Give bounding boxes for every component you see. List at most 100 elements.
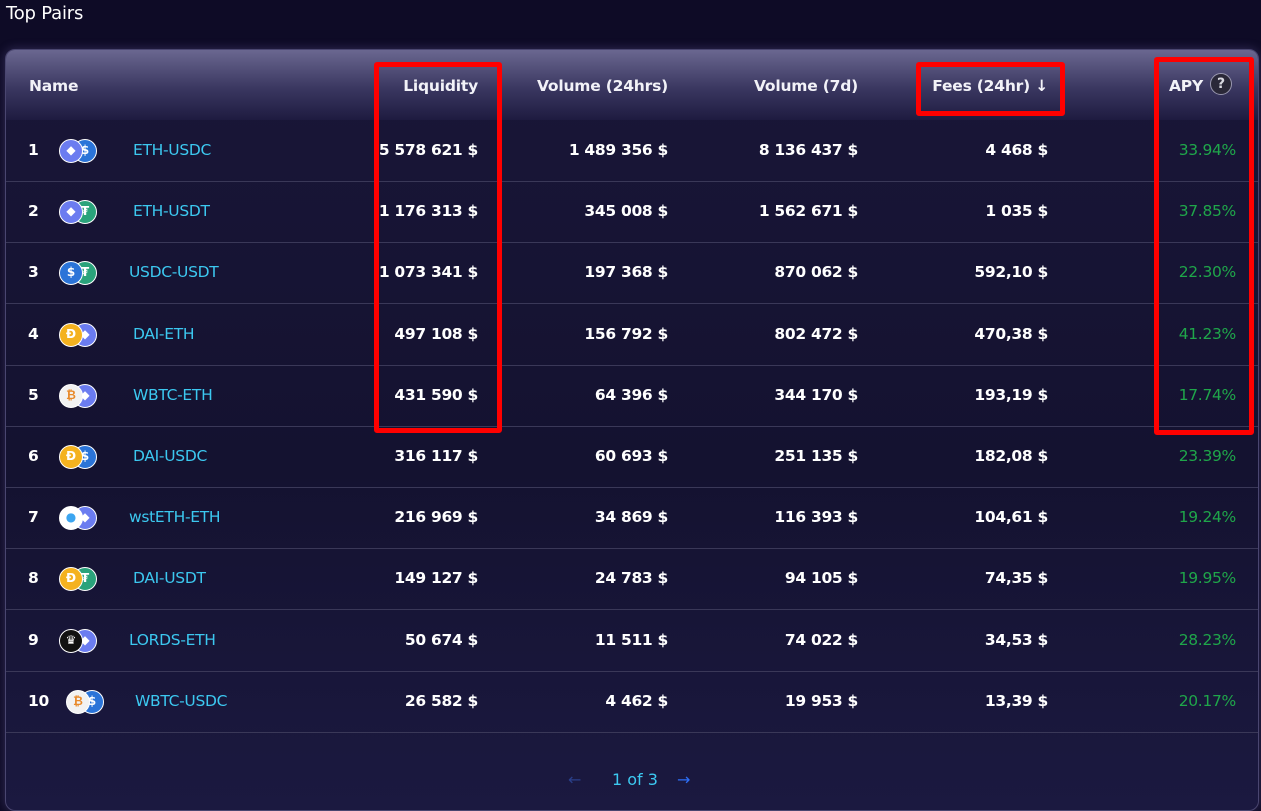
liquidity-value: 216 969 $ [394, 508, 478, 527]
volume-24h-value: 4 462 $ [605, 691, 668, 710]
volume-7d-value: 74 022 $ [784, 630, 858, 649]
volume-24h-value: 197 368 $ [584, 263, 668, 282]
table-row[interactable]: 2 ₮ ◆ ETH-USDT 1 176 313 $ 345 008 $ 1 5… [6, 181, 1258, 244]
token-pair-icons: ◆ Ð [59, 322, 99, 347]
column-header-volume-24h[interactable]: Volume (24hrs) [537, 77, 668, 95]
eth-icon: ◆ [59, 139, 83, 163]
rank-number: 9 [28, 630, 39, 649]
token-pair-icons: ₮ $ [59, 261, 99, 286]
apy-value: 28.23% [1178, 630, 1237, 649]
table-row[interactable]: 1 $ ◆ ETH-USDC 5 578 621 $ 1 489 356 $ 8… [6, 120, 1258, 182]
volume-24h-value: 34 869 $ [594, 508, 668, 527]
volume-7d-value: 251 135 $ [774, 447, 858, 465]
eth-icon: ◆ [59, 200, 83, 225]
volume-7d-value: 1 562 671 $ [758, 202, 858, 221]
rank-number: 6 [28, 447, 39, 465]
volume-24h-value: 156 792 $ [584, 324, 668, 343]
volume-7d-value: 870 062 $ [774, 263, 858, 282]
wbtc-icon: ₿ [66, 689, 90, 714]
pair-link[interactable]: DAI-USDT [133, 569, 206, 587]
table-row[interactable]: 7 ◆ ● wstETH-ETH 216 969 $ 34 869 $ 116 … [6, 487, 1258, 550]
liquidity-value: 149 127 $ [394, 569, 478, 588]
volume-7d-value: 19 953 $ [784, 691, 858, 710]
fees-24h-value: 470,38 $ [974, 324, 1048, 343]
volume-24h-value: 64 396 $ [594, 385, 668, 404]
fees-24h-value: 13,39 $ [984, 691, 1048, 710]
rank-number: 8 [28, 569, 39, 588]
volume-24h-value: 24 783 $ [594, 569, 668, 588]
fees-24h-value: 104,61 $ [974, 508, 1048, 527]
rank-number: 7 [28, 508, 39, 527]
pagination-label: 1 of 3 [612, 770, 658, 789]
token-pair-icons: $ ₿ [66, 689, 106, 714]
fees-24h-value: 1 035 $ [985, 202, 1048, 221]
apy-value: 19.24% [1178, 508, 1237, 527]
top-pairs-table: Name Liquidity Volume (24hrs) Volume (7d… [5, 49, 1259, 811]
wsteth-icon: ● [59, 506, 83, 531]
pair-link[interactable]: wstETH-ETH [129, 508, 221, 526]
volume-24h-value: 60 693 $ [594, 447, 668, 465]
apy-value: 20.17% [1178, 691, 1237, 710]
rank-number: 4 [28, 324, 39, 343]
table-row[interactable]: 6 $ Ð DAI-USDC 316 117 $ 60 693 $ 251 13… [6, 426, 1258, 488]
fees-24h-value: 4 468 $ [985, 141, 1048, 159]
fees-24h-value: 592,10 $ [974, 263, 1048, 282]
fees-highlight-box [916, 62, 1065, 116]
fees-24h-value: 74,35 $ [984, 569, 1048, 588]
token-pair-icons: ₮ Ð [59, 567, 99, 592]
rank-number: 5 [28, 385, 39, 404]
lords-icon: ♛ [59, 628, 83, 653]
table-row[interactable]: 10 $ ₿ WBTC-USDC 26 582 $ 4 462 $ 19 953… [6, 671, 1258, 733]
token-pair-icons: ₮ ◆ [59, 200, 99, 225]
table-header: Name Liquidity Volume (24hrs) Volume (7d… [6, 50, 1258, 120]
volume-7d-value: 94 105 $ [784, 569, 858, 588]
volume-7d-value: 8 136 437 $ [758, 141, 858, 159]
table-row[interactable]: 4 ◆ Ð DAI-ETH 497 108 $ 156 792 $ 802 47… [6, 304, 1258, 366]
fees-24h-value: 182,08 $ [974, 447, 1048, 465]
pair-link[interactable]: DAI-USDC [133, 447, 207, 465]
table-row[interactable]: 3 ₮ $ USDC-USDT 1 073 341 $ 197 368 $ 87… [6, 242, 1258, 305]
pair-link[interactable]: LORDS-ETH [129, 631, 216, 649]
rank-number: 1 [28, 141, 39, 159]
fees-24h-value: 34,53 $ [984, 630, 1048, 649]
token-pair-icons: ◆ ♛ [59, 628, 99, 653]
rank-number: 10 [28, 691, 49, 710]
rank-number: 2 [28, 202, 39, 221]
liquidity-value: 26 582 $ [404, 691, 478, 710]
token-pair-icons: ◆ ₿ [59, 383, 99, 408]
pair-link[interactable]: WBTC-ETH [133, 386, 213, 404]
token-pair-icons: $ Ð [59, 445, 99, 469]
liquidity-value: 50 674 $ [404, 630, 478, 649]
dai-icon: Ð [59, 445, 83, 469]
column-header-name[interactable]: Name [29, 77, 78, 95]
fees-24h-value: 193,19 $ [974, 385, 1048, 404]
next-page-arrow-icon[interactable]: → [677, 770, 690, 789]
table-row[interactable]: 5 ◆ ₿ WBTC-ETH 431 590 $ 64 396 $ 344 17… [6, 365, 1258, 427]
token-pair-icons: $ ◆ [59, 139, 99, 163]
prev-page-arrow-icon[interactable]: ← [568, 770, 581, 789]
apy-value: 23.39% [1178, 447, 1237, 465]
liquidity-highlight-box [374, 62, 502, 433]
apy-value: 19.95% [1178, 569, 1237, 588]
apy-highlight-box [1154, 57, 1254, 435]
pair-link[interactable]: USDC-USDT [129, 263, 219, 281]
volume-7d-value: 116 393 $ [774, 508, 858, 527]
pair-link[interactable]: ETH-USDC [133, 141, 211, 159]
pair-link[interactable]: WBTC-USDC [135, 692, 227, 710]
rank-number: 3 [28, 263, 39, 282]
liquidity-value: 316 117 $ [394, 447, 478, 465]
page-title: Top Pairs [6, 3, 84, 24]
column-header-volume-7d[interactable]: Volume (7d) [754, 77, 858, 95]
volume-24h-value: 1 489 356 $ [568, 141, 668, 159]
volume-24h-value: 11 511 $ [594, 630, 668, 649]
volume-7d-value: 344 170 $ [774, 385, 858, 404]
table-row[interactable]: 8 ₮ Ð DAI-USDT 149 127 $ 24 783 $ 94 105… [6, 548, 1258, 611]
token-pair-icons: ◆ ● [59, 506, 99, 531]
volume-7d-value: 802 472 $ [774, 324, 858, 343]
wbtc-icon: ₿ [59, 383, 83, 408]
volume-24h-value: 345 008 $ [584, 202, 668, 221]
dai-icon: Ð [59, 322, 83, 347]
pair-link[interactable]: ETH-USDT [133, 202, 210, 220]
pair-link[interactable]: DAI-ETH [133, 325, 195, 343]
table-row[interactable]: 9 ◆ ♛ LORDS-ETH 50 674 $ 11 511 $ 74 022… [6, 610, 1258, 672]
